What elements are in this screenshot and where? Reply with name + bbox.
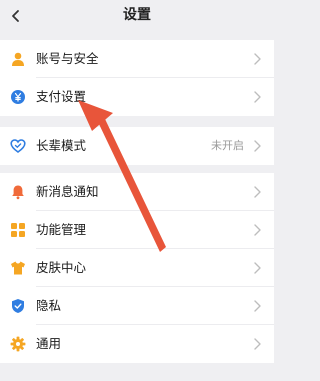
row-label: 通用: [36, 336, 62, 351]
chevron-right-icon: [254, 186, 261, 198]
account-group: 账号与安全 支付设置: [0, 40, 274, 116]
row-payment-settings[interactable]: 支付设置: [0, 78, 274, 116]
elder-mode-group: 长辈模式 未开启: [0, 127, 274, 165]
row-label: 长辈模式: [36, 138, 87, 153]
row-privacy[interactable]: 隐私: [0, 287, 274, 325]
grid-icon: [11, 223, 25, 237]
row-feature-management[interactable]: 功能管理: [0, 211, 274, 249]
yuan-coin-icon: [11, 90, 25, 104]
chevron-right-icon: [254, 338, 261, 350]
chevron-right-icon: [254, 140, 261, 152]
bell-icon: [12, 185, 24, 200]
page-title: 设置: [123, 7, 151, 23]
shield-icon: [12, 299, 24, 313]
row-account-security[interactable]: 账号与安全: [0, 40, 274, 78]
shirt-icon: [11, 261, 25, 275]
chevron-right-icon: [254, 91, 261, 103]
row-label: 账号与安全: [36, 51, 99, 66]
row-skin-center[interactable]: 皮肤中心: [0, 249, 274, 287]
top-bar: 设置: [0, 0, 274, 34]
general-group: 新消息通知 功能管理 皮肤中心 隐私 通用: [0, 173, 274, 363]
chevron-right-icon: [254, 300, 261, 312]
user-icon: [12, 52, 24, 66]
row-new-message-notifications[interactable]: 新消息通知: [0, 173, 274, 211]
row-label: 功能管理: [36, 222, 87, 237]
chevron-right-icon: [254, 262, 261, 274]
chevron-right-icon: [254, 53, 261, 65]
row-label: 新消息通知: [36, 184, 99, 199]
row-label: 隐私: [36, 298, 62, 313]
chevron-right-icon: [254, 224, 261, 236]
row-label: 皮肤中心: [36, 260, 87, 275]
gear-icon: [10, 336, 26, 352]
row-general[interactable]: 通用: [0, 325, 274, 363]
row-elder-mode[interactable]: 长辈模式 未开启: [0, 127, 274, 165]
status-text: 未开启: [211, 139, 244, 152]
row-label: 支付设置: [36, 89, 87, 104]
heart-care-icon: [10, 139, 26, 153]
